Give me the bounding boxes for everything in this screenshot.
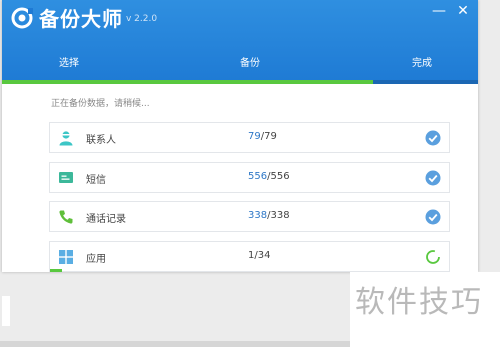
phone-icon — [59, 210, 73, 224]
done-count: 556 — [248, 171, 268, 182]
check-icon — [425, 209, 441, 225]
item-count: 1/34 — [248, 250, 270, 261]
loading-spinner-icon — [426, 250, 440, 264]
tab-select[interactable]: 选择 — [59, 56, 79, 72]
minimize-icon: — — [432, 3, 446, 19]
item-label: 联系人 — [86, 135, 116, 146]
app-version: v 2.2.0 — [126, 14, 158, 24]
backup-master-window: 备份大师 v 2.2.0 — ✕ 选择 备份 完成 正在备份数据，请稍候... … — [2, 0, 478, 272]
minimize-button[interactable]: — — [430, 2, 448, 20]
total-count: /34 — [254, 250, 271, 261]
item-count: 338/338 — [248, 210, 290, 221]
check-icon — [425, 170, 441, 186]
overall-progress-fill — [2, 80, 374, 84]
tab-backup[interactable]: 备份 — [240, 56, 260, 72]
total-count: /79 — [260, 131, 277, 142]
total-count: /556 — [267, 171, 290, 182]
item-count: 556/556 — [248, 171, 290, 182]
background-window-edge — [2, 296, 10, 326]
apps-icon — [59, 250, 73, 264]
tab-complete[interactable]: 完成 — [412, 56, 432, 72]
message-icon — [59, 172, 73, 183]
item-progress-bar — [50, 269, 63, 272]
backup-item-call-log: 通话记录 338/338 — [49, 201, 450, 232]
watermark-text: 软件技巧 — [355, 285, 483, 320]
backup-item-sms: 短信 556/556 — [49, 162, 450, 193]
backup-item-apps: 应用 1/34 — [49, 241, 450, 272]
done-count: 338 — [248, 210, 268, 221]
header-bar: 备份大师 v 2.2.0 — ✕ 选择 备份 完成 — [2, 0, 478, 84]
status-message: 正在备份数据，请稍候... — [51, 99, 150, 109]
contact-icon — [59, 131, 73, 146]
check-icon — [425, 130, 441, 146]
item-count: 79/79 — [248, 131, 277, 142]
app-logo-icon — [11, 7, 33, 29]
done-count: 79 — [248, 131, 261, 142]
backup-item-contacts: 联系人 79/79 — [49, 122, 450, 153]
item-label: 短信 — [86, 175, 106, 186]
app-title: 备份大师 — [39, 7, 123, 31]
total-count: /338 — [267, 210, 290, 221]
close-button[interactable]: ✕ — [454, 2, 472, 20]
close-icon: ✕ — [457, 3, 469, 19]
item-label: 通话记录 — [86, 214, 126, 225]
overall-progress-bar — [2, 80, 478, 84]
item-label: 应用 — [86, 254, 106, 265]
